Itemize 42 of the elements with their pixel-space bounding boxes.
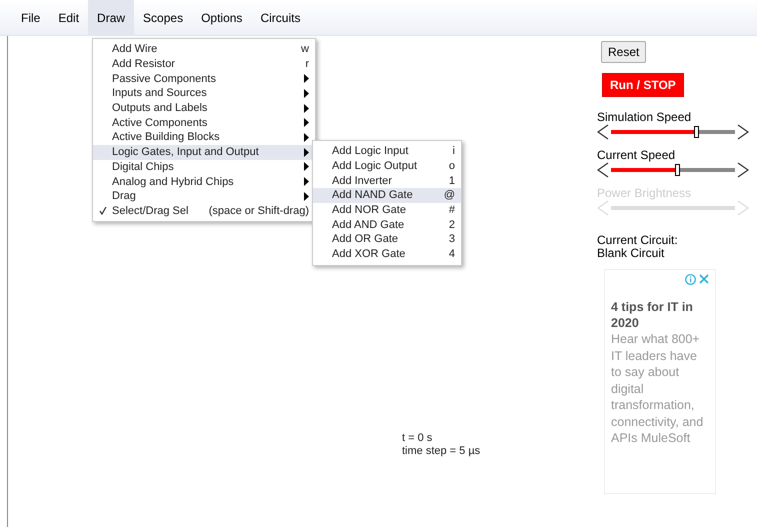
menu-item[interactable]: Add Inverter 1 <box>313 173 461 188</box>
menu-item[interactable]: Analog and Hybrid Chips <box>93 174 315 189</box>
menu-item[interactable]: Add NAND Gate @ <box>313 188 461 203</box>
menu-item[interactable]: Active Components <box>93 115 315 130</box>
reset-button[interactable]: Reset <box>601 41 646 63</box>
menu-item[interactable]: Add Resistor r <box>93 56 315 72</box>
menu-item[interactable]: File <box>12 0 50 36</box>
left-chevron-icon[interactable] <box>597 124 609 140</box>
menu-item[interactable]: Add OR Gate 3 <box>313 232 461 247</box>
menu-item[interactable]: Scopes <box>134 0 192 36</box>
slider-label: Current Speed <box>597 149 676 162</box>
current-circuit-label: Current Circuit: <box>597 234 679 247</box>
left-chevron-icon[interactable] <box>597 162 609 178</box>
simulation-info: t = 0 s <box>402 432 434 445</box>
menu-item[interactable]: Add XOR Gate 4 <box>313 246 461 262</box>
slider[interactable] <box>611 164 735 176</box>
menu-item[interactable]: Add Logic Input i <box>313 144 461 159</box>
menu-item[interactable]: Edit <box>49 0 88 36</box>
right-chevron-icon[interactable] <box>737 162 749 178</box>
menu-item[interactable]: Select/Drag Sel (space or Shift-drag) <box>93 204 315 218</box>
ad-text: Hear what 800+ IT leaders have to say about digital transformation, connectivity, and APIs MuleSoft <box>611 331 704 446</box>
slider[interactable] <box>611 126 735 138</box>
menu-item[interactable]: Digital Chips <box>93 160 315 174</box>
menu-item[interactable]: Draw <box>88 0 134 36</box>
current-circuit-label: Blank Circuit <box>597 247 666 260</box>
menu-item[interactable]: Drag <box>93 188 315 204</box>
menu-item[interactable]: Active Building Blocks <box>93 130 315 145</box>
menu-item[interactable]: Add Logic Output o <box>313 158 461 174</box>
ad-title[interactable]: 4 tips for IT in 2020 <box>611 299 709 331</box>
menu-item[interactable]: Circuits <box>251 0 310 36</box>
menu-item[interactable]: Logic Gates, Input and Output <box>93 144 315 160</box>
menu-item[interactable]: Outputs and Labels <box>93 100 315 116</box>
simulation-info: time step = 5 µs <box>402 445 480 458</box>
menu-item[interactable]: Passive Components <box>93 71 315 86</box>
menu-item[interactable]: Add NOR Gate # <box>313 202 461 218</box>
menu-item[interactable]: Add AND Gate 2 <box>313 217 461 232</box>
run-stop-button[interactable]: Run / STOP <box>602 73 684 97</box>
menu-item[interactable]: Add Wire w <box>93 42 315 57</box>
menu-item[interactable]: Inputs and Sources <box>93 86 315 101</box>
menu-item[interactable]: Options <box>192 0 252 36</box>
slider-label: Simulation Speed <box>597 111 692 124</box>
right-chevron-icon[interactable] <box>737 124 749 140</box>
